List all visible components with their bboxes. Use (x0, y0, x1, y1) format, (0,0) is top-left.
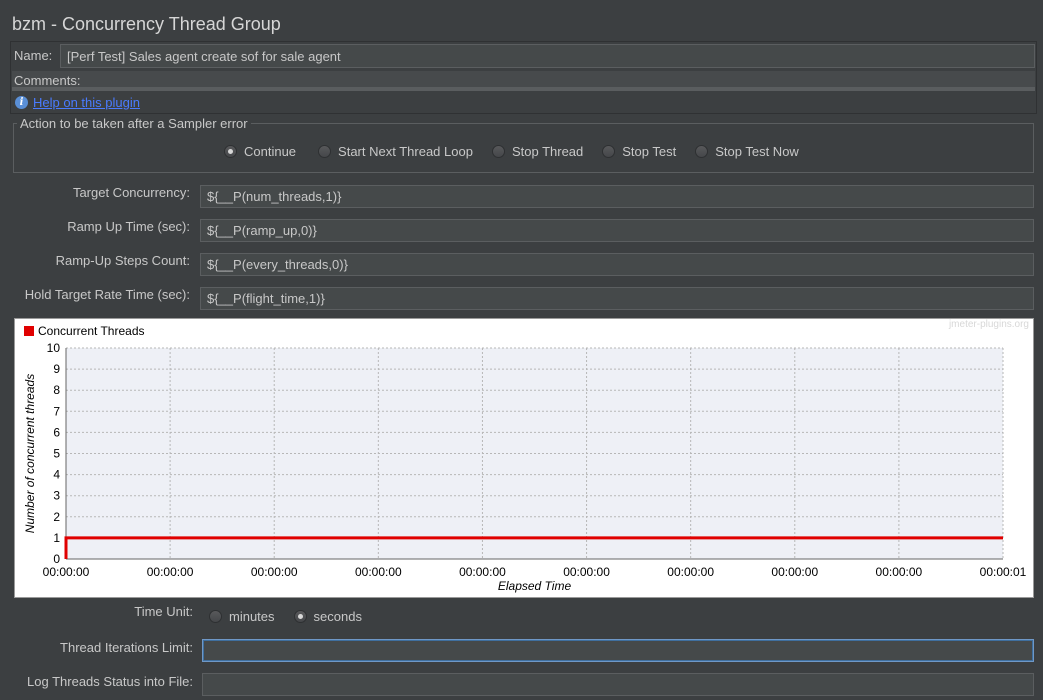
concurrency-chart: Concurrent Threads jmeter-plugins.org 01… (14, 318, 1034, 598)
x-axis-label: Elapsed Time (498, 579, 572, 593)
time-unit-label: Time Unit: (134, 604, 193, 619)
y-tick-label: 5 (53, 447, 60, 461)
ramp-up-steps-field[interactable]: ${__P(every_threads,0)} (200, 253, 1034, 276)
help-row: i Help on this plugin (15, 95, 140, 110)
window-title: bzm - Concurrency Thread Group (12, 14, 281, 34)
y-tick-label: 3 (53, 489, 60, 503)
name-field[interactable]: [Perf Test] Sales agent create sof for s… (60, 44, 1035, 68)
y-tick-label: 0 (53, 552, 60, 566)
ramp-up-steps-label: Ramp-Up Steps Count: (55, 253, 190, 268)
hold-target-rate-label: Hold Target Rate Time (sec): (24, 287, 190, 302)
option-stop-thread[interactable]: Stop Thread (491, 144, 583, 159)
ramp-up-time-field[interactable]: ${__P(ramp_up,0)} (200, 219, 1034, 242)
help-link[interactable]: Help on this plugin (33, 95, 140, 110)
radio-stop-test[interactable] (602, 145, 616, 158)
y-tick-label: 7 (53, 404, 60, 418)
sampler-error-options: Continue Start Next Thread Loop Stop Thr… (224, 144, 799, 159)
radio-stop-thread[interactable] (491, 145, 505, 158)
target-concurrency-field[interactable]: ${__P(num_threads,1)} (200, 185, 1034, 208)
comments-label: Comments: (14, 73, 81, 88)
x-tick-label: 00:00:00 (459, 565, 506, 579)
x-tick-label: 00:00:00 (355, 565, 402, 579)
log-threads-field[interactable] (202, 673, 1034, 696)
sampler-error-legend: Action to be taken after a Sampler error (20, 116, 248, 131)
hold-target-rate-field[interactable]: ${__P(flight_time,1)} (200, 287, 1034, 310)
radio-minutes[interactable] (209, 610, 222, 623)
option-minutes[interactable]: minutes (209, 609, 275, 624)
thread-iterations-label: Thread Iterations Limit: (60, 640, 193, 655)
name-label: Name: (14, 48, 53, 63)
x-tick-label: 00:00:00 (251, 565, 298, 579)
y-tick-label: 2 (53, 510, 60, 524)
option-start-next-thread-loop[interactable]: Start Next Thread Loop (318, 144, 473, 159)
radio-seconds[interactable] (293, 610, 307, 623)
x-tick-label: 00:00:00 (771, 565, 818, 579)
x-tick-label: 00:00:01 (980, 565, 1027, 579)
option-stop-test-now[interactable]: Stop Test Now (695, 144, 799, 159)
time-unit-options: minutes seconds (209, 609, 362, 624)
y-tick-label: 9 (53, 362, 60, 376)
target-concurrency-label: Target Concurrency: (72, 185, 190, 200)
chart-plot: 0 1 2 3 4 5 6 7 8 9 10 00:00:00 00:00:00 00:00:00 00:0… (23, 341, 1027, 593)
radio-continue[interactable] (224, 145, 237, 158)
option-stop-test[interactable]: Stop Test (602, 144, 676, 159)
y-axis-label: Number of concurrent threads (23, 374, 37, 533)
y-tick-label: 8 (53, 383, 60, 397)
x-tick-label: 00:00:00 (563, 565, 610, 579)
x-tick-label: 00:00:00 (43, 565, 90, 579)
option-continue[interactable]: Continue (224, 144, 296, 159)
radio-stop-test-now[interactable] (695, 145, 709, 158)
y-tick-label: 1 (53, 531, 60, 545)
x-tick-label: 00:00:00 (876, 565, 923, 579)
ramp-up-time-label: Ramp Up Time (sec): (67, 219, 190, 234)
x-tick-label: 00:00:00 (147, 565, 194, 579)
comments-divider (12, 87, 1035, 91)
info-icon: i (15, 96, 28, 109)
x-tick-label: 00:00:00 (667, 565, 714, 579)
y-tick-label: 6 (53, 425, 60, 439)
option-seconds[interactable]: seconds (293, 609, 362, 624)
radio-start-next-thread-loop[interactable] (318, 145, 332, 158)
y-tick-label: 4 (53, 468, 60, 482)
y-tick-label: 10 (47, 341, 61, 355)
log-threads-label: Log Threads Status into File: (27, 674, 193, 689)
thread-iterations-field[interactable] (202, 639, 1034, 662)
